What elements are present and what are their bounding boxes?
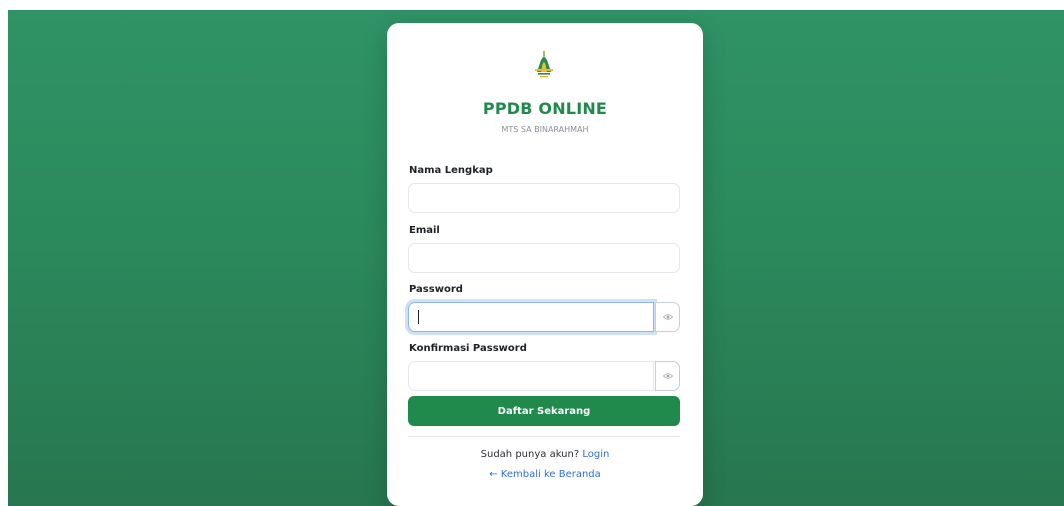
text-cursor [418,310,419,324]
register-submit-button[interactable]: Daftar Sekarang [408,396,680,426]
eye-icon [662,373,673,379]
eye-icon [662,314,673,320]
page-title: PPDB ONLINE [482,99,608,118]
login-link[interactable]: Login [582,449,609,460]
full-name-label: Nama Lengkap [409,165,493,176]
email-label: Email [409,225,440,236]
confirm-password-input[interactable] [408,361,654,391]
email-input[interactable] [408,243,680,273]
full-name-input[interactable] [408,183,680,213]
password-toggle-button[interactable] [655,302,680,332]
school-name: MTS SA BINARAHMAH [501,125,589,134]
mosque-dome-icon [535,50,553,78]
divider [408,436,680,437]
register-card: PPDB ONLINE MTS SA BINARAHMAH Nama Lengk… [387,23,703,506]
login-prompt-text: Sudah punya akun? [480,449,580,460]
login-prompt-row: Sudah punya akun? Login [387,449,703,460]
password-input[interactable] [408,302,654,332]
back-to-home-link[interactable]: ← Kembali ke Beranda [387,469,703,480]
page-background: PPDB ONLINE MTS SA BINARAHMAH Nama Lengk… [8,10,1064,506]
confirm-password-toggle-button[interactable] [655,361,680,391]
password-label: Password [409,284,463,295]
confirm-password-label: Konfirmasi Password [409,343,527,354]
